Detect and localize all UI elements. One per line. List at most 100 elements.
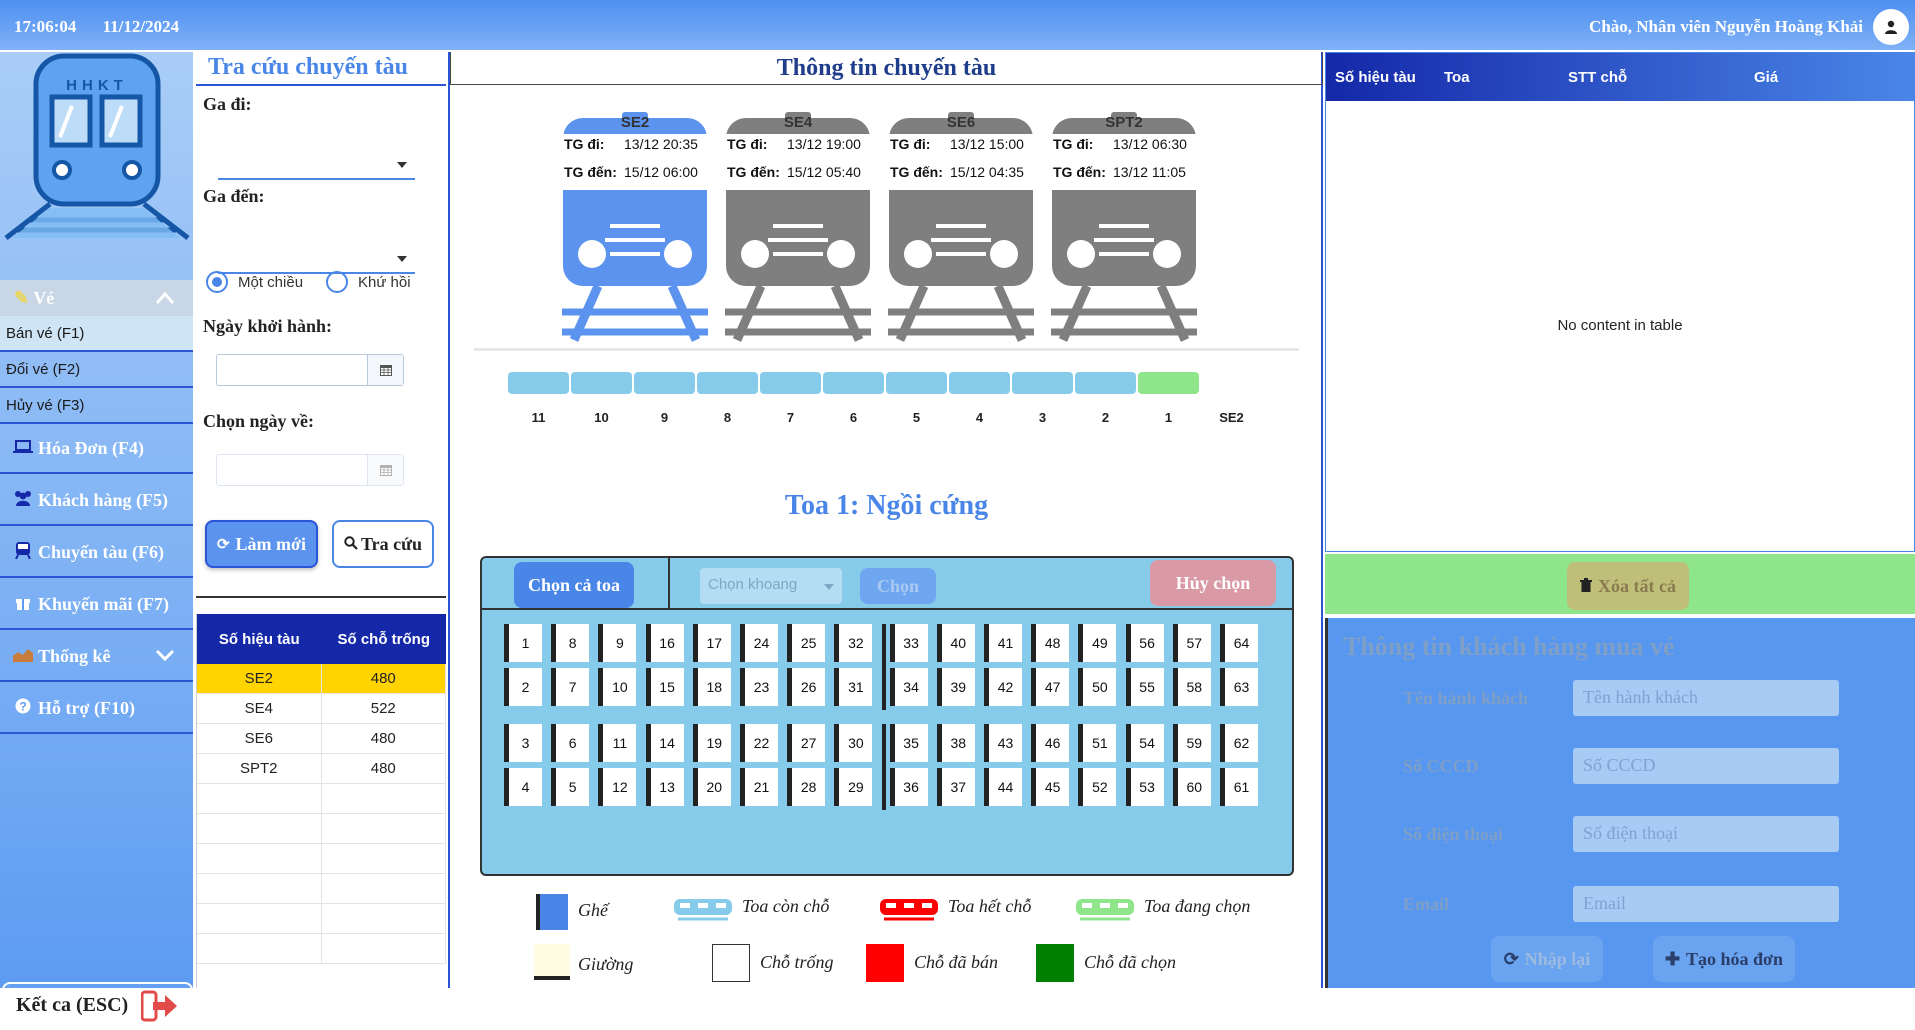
huy-chon-button[interactable]: Hủy chọn [1150, 560, 1276, 606]
seat-37[interactable]: 37 [936, 768, 975, 806]
logout-button[interactable]: Kết ca (ESC) [2, 982, 193, 1030]
seat-47[interactable]: 47 [1031, 668, 1070, 706]
sidebar-item-hoa-don[interactable]: Hóa Đơn (F4) [0, 424, 193, 474]
sidebar-item-khuyen-mai[interactable]: Khuyến mãi (F7) [0, 580, 193, 630]
seat-31[interactable]: 31 [834, 668, 873, 706]
seat-5[interactable]: 5 [551, 768, 590, 806]
seat-48[interactable]: 48 [1031, 624, 1070, 662]
tao-hoa-don-button[interactable]: ✚ Tạo hóa đơn [1653, 936, 1795, 982]
car-4[interactable] [949, 372, 1010, 394]
seat-27[interactable]: 27 [787, 724, 826, 762]
seat-20[interactable]: 20 [692, 768, 731, 806]
car-9[interactable] [634, 372, 695, 394]
so-dien-thoai-input[interactable]: Số điện thoại [1573, 816, 1839, 852]
seat-22[interactable]: 22 [740, 724, 778, 762]
seat-4[interactable]: 4 [504, 768, 542, 806]
sidebar-item-khach-hang[interactable]: Khách hàng (F5) [0, 476, 193, 526]
column-header[interactable]: Số chỗ trống [322, 614, 447, 664]
ga-den-combobox[interactable] [218, 246, 415, 274]
column-header[interactable]: Toa [1444, 69, 1470, 86]
train-card-se2[interactable]: SE2 TG đi: 13/12 20:35 TG đến: 15/12 06:00 [560, 112, 710, 342]
train-card-se6[interactable]: SE6 TG đi: 13/12 15:00 TG đến: 15/12 04:35 [886, 112, 1036, 342]
seat-44[interactable]: 44 [984, 768, 1022, 806]
radio-round-trip[interactable]: Khứ hồi [326, 271, 411, 293]
lam-moi-button[interactable]: ⟳ Làm mới [205, 520, 318, 568]
seat-18[interactable]: 18 [692, 668, 731, 706]
seat-23[interactable]: 23 [740, 668, 778, 706]
ngay-khoi-hanh-picker[interactable] [216, 354, 404, 386]
seat-6[interactable]: 6 [551, 724, 590, 762]
seat-45[interactable]: 45 [1031, 768, 1070, 806]
seat-52[interactable]: 52 [1078, 768, 1117, 806]
ten-hanh-khach-input[interactable]: Tên hành khách [1573, 680, 1839, 716]
seat-21[interactable]: 21 [740, 768, 778, 806]
seat-25[interactable]: 25 [787, 624, 826, 662]
car-10[interactable] [571, 372, 632, 394]
sidebar-item-chuyen-tau[interactable]: Chuyến tàu (F6) [0, 528, 193, 578]
chon-button[interactable]: Chọn [860, 568, 936, 604]
seat-53[interactable]: 53 [1125, 768, 1164, 806]
table-row[interactable]: SE4 522 [197, 694, 446, 724]
seat-34[interactable]: 34 [889, 668, 928, 706]
seat-61[interactable]: 61 [1220, 768, 1258, 806]
seat-46[interactable]: 46 [1031, 724, 1070, 762]
seat-60[interactable]: 60 [1172, 768, 1211, 806]
sidebar-item-ho-tro[interactable]: ? Hỗ trợ (F10) [0, 684, 193, 734]
seat-35[interactable]: 35 [889, 724, 928, 762]
seat-42[interactable]: 42 [984, 668, 1022, 706]
seat-17[interactable]: 17 [692, 624, 731, 662]
seat-10[interactable]: 10 [598, 668, 637, 706]
seat-40[interactable]: 40 [936, 624, 975, 662]
nhap-lai-button[interactable]: ⟳ Nhập lại [1491, 936, 1603, 982]
car-6[interactable] [823, 372, 884, 394]
table-row[interactable]: SE2 480 [197, 664, 446, 694]
chon-ca-toa-button[interactable]: Chọn cả toa [514, 562, 634, 608]
seat-57[interactable]: 57 [1172, 624, 1211, 662]
column-header[interactable]: Giá [1754, 69, 1778, 86]
seat-58[interactable]: 58 [1172, 668, 1211, 706]
seat-62[interactable]: 62 [1220, 724, 1258, 762]
seat-63[interactable]: 63 [1220, 668, 1258, 706]
seat-33[interactable]: 33 [889, 624, 928, 662]
seat-38[interactable]: 38 [936, 724, 975, 762]
car-7[interactable] [760, 372, 821, 394]
seat-12[interactable]: 12 [598, 768, 637, 806]
ngay-ve-picker[interactable] [216, 454, 404, 486]
seat-13[interactable]: 13 [645, 768, 684, 806]
sidebar-item-ban-ve[interactable]: Bán vé (F1) [0, 316, 193, 352]
seat-9[interactable]: 9 [598, 624, 637, 662]
car-3[interactable] [1012, 372, 1073, 394]
radio-one-way[interactable]: Một chiều [206, 271, 303, 293]
seat-16[interactable]: 16 [645, 624, 684, 662]
ga-di-combobox[interactable] [218, 152, 415, 180]
column-header[interactable]: STT chỗ [1568, 69, 1627, 86]
xoa-tat-ca-button[interactable]: Xóa tất cả [1567, 562, 1689, 610]
chon-khoang-select[interactable]: Chọn khoang [700, 568, 842, 604]
seat-50[interactable]: 50 [1078, 668, 1117, 706]
seat-36[interactable]: 36 [889, 768, 928, 806]
seat-14[interactable]: 14 [645, 724, 684, 762]
seat-30[interactable]: 30 [834, 724, 873, 762]
seat-2[interactable]: 2 [504, 668, 542, 706]
car-2[interactable] [1075, 372, 1136, 394]
seat-59[interactable]: 59 [1172, 724, 1211, 762]
seat-32[interactable]: 32 [834, 624, 873, 662]
car-1[interactable] [1138, 372, 1199, 394]
seat-39[interactable]: 39 [936, 668, 975, 706]
seat-49[interactable]: 49 [1078, 624, 1117, 662]
seat-11[interactable]: 11 [598, 724, 637, 762]
car-5[interactable] [886, 372, 947, 394]
column-header[interactable]: Số hiệu tàu [197, 614, 322, 664]
seat-51[interactable]: 51 [1078, 724, 1117, 762]
seat-19[interactable]: 19 [692, 724, 731, 762]
seat-1[interactable]: 1 [504, 624, 542, 662]
seat-8[interactable]: 8 [551, 624, 590, 662]
seat-55[interactable]: 55 [1125, 668, 1164, 706]
sidebar-item-huy-ve[interactable]: Hủy vé (F3) [0, 388, 193, 424]
calendar-icon[interactable] [367, 355, 403, 385]
email-input[interactable]: Email [1573, 886, 1839, 922]
seat-26[interactable]: 26 [787, 668, 826, 706]
table-row[interactable]: SE6 480 [197, 724, 446, 754]
tra-cuu-button[interactable]: Tra cứu [332, 520, 434, 568]
seat-29[interactable]: 29 [834, 768, 873, 806]
